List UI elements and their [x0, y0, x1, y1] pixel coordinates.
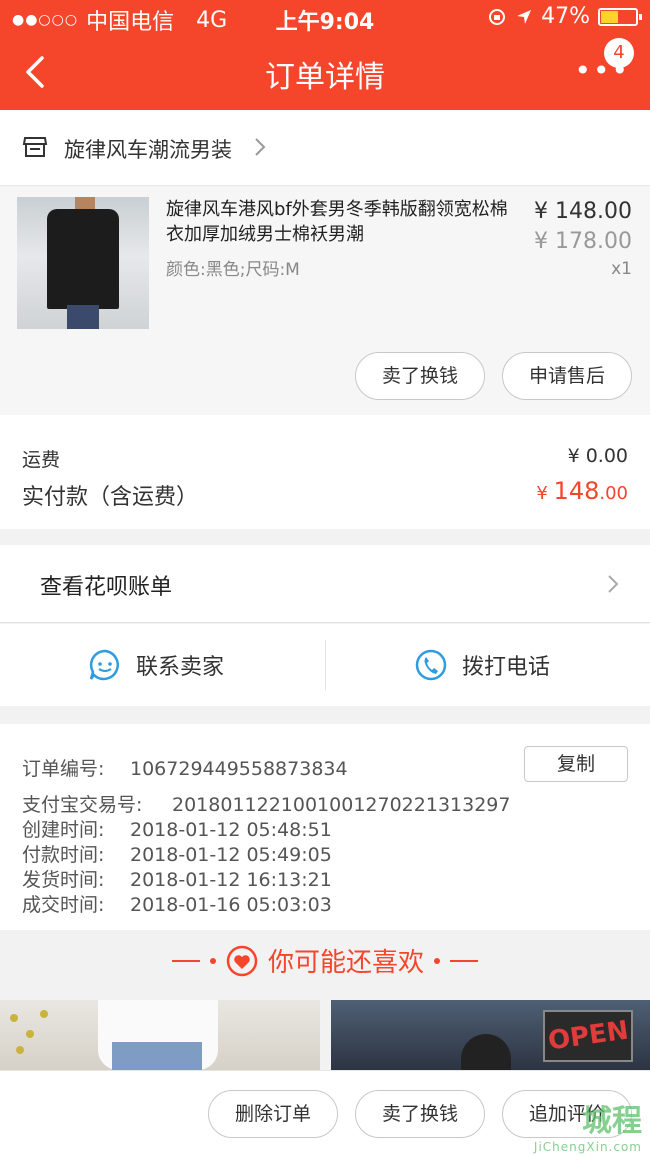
info-key: 支付宝交易号: — [22, 794, 143, 816]
shipped-time-row: 发货时间: 2018-01-12 16:13:21 — [22, 865, 332, 892]
chevron-right-icon — [608, 575, 619, 593]
order-number-row: 订单编号: 106729449558873834 — [22, 754, 348, 781]
battery-icon — [598, 7, 642, 26]
call-phone-button[interactable]: 拨打电话 — [414, 624, 550, 706]
delete-order-button[interactable]: 删除订单 — [208, 1090, 338, 1138]
info-key: 创建时间: — [22, 819, 105, 841]
product-card[interactable]: 旋律风车港风bf外套男冬季韩版翻领宽松棉衣加厚加绒男士棉袄男潮 颜色:黑色;尺码… — [0, 187, 650, 415]
chat-bubble-icon — [89, 649, 119, 681]
huabei-bill-row[interactable]: 查看花呗账单 — [0, 545, 650, 623]
recommend-item-image[interactable] — [0, 1000, 320, 1070]
heart-icon — [226, 945, 258, 976]
huabei-label[interactable]: 查看花呗账单 — [40, 569, 172, 601]
sell-for-cash-button[interactable]: 卖了换钱 — [355, 1090, 485, 1138]
shop-row[interactable]: 旋律风车潮流男装 — [0, 110, 650, 186]
info-key: 付款时间: — [22, 844, 105, 866]
paid-decimal: .00 — [599, 483, 628, 504]
info-value: 2018011221001001270221313297 — [172, 794, 511, 816]
notification-badge: 4 — [604, 38, 634, 68]
dot — [209, 957, 216, 964]
product-image[interactable] — [17, 197, 149, 329]
shop-name[interactable]: 旋律风车潮流男装 — [64, 134, 232, 164]
shipping-label: 运费 — [22, 449, 61, 471]
chevron-right-icon — [255, 138, 266, 156]
battery-level — [601, 10, 618, 23]
location-arrow-icon — [517, 9, 532, 24]
dot — [434, 957, 440, 964]
info-key: 成交时间: — [22, 894, 105, 916]
bottom-action-bar: 删除订单 卖了换钱 追加评价 城程 JiChengXin.com — [0, 1070, 650, 1156]
apply-after-sale-button[interactable]: 申请售后 — [502, 352, 632, 400]
product-quantity: x1 — [611, 259, 632, 279]
divider — [171, 959, 200, 962]
shipping-value: ¥ 0.00 — [567, 445, 628, 467]
sign-text: OPEN — [545, 1015, 631, 1057]
navigation-bar: 订单详情 ••• 4 — [0, 36, 650, 110]
paid-integer: 148 — [553, 477, 600, 505]
recommend-title: 你可能还喜欢 — [267, 948, 424, 978]
info-value: 2018-01-12 05:49:05 — [130, 844, 332, 866]
watermark-text: 城程 — [582, 1104, 642, 1139]
paid-label: 实付款（含运费） — [22, 485, 199, 510]
product-original-price: ¥ 178.00 — [534, 229, 632, 254]
page-title: 订单详情 — [265, 60, 385, 95]
product-title[interactable]: 旋律风车港风bf外套男冬季韩版翻领宽松棉衣加厚加绒男士棉袄男潮 — [166, 197, 514, 247]
paid-symbol: ¥ — [536, 483, 554, 504]
order-info: 订单编号: 106729449558873834 复制 支付宝交易号: 201801… — [0, 724, 650, 930]
phone-icon — [415, 649, 447, 681]
product-spec: 颜色:黑色;尺码:M — [166, 260, 300, 280]
watermark: 城程 JiChengXin.com — [534, 1096, 642, 1154]
created-time-row: 创建时间: 2018-01-12 05:48:51 — [22, 815, 332, 842]
product-price: ¥ 148.00 — [534, 199, 632, 224]
copy-button[interactable]: 复制 — [524, 746, 628, 782]
fee-summary: 运费 ¥ 0.00 实付款（含运费） ¥ 148.00 — [0, 415, 650, 529]
watermark-sub: JiChengXin.com — [533, 1140, 642, 1154]
info-value: 106729449558873834 — [130, 758, 348, 780]
info-value: 2018-01-12 16:13:21 — [130, 869, 332, 891]
paid-time-row: 付款时间: 2018-01-12 05:49:05 — [22, 840, 332, 867]
contact-bar: 联系卖家 拨打电话 — [0, 624, 650, 706]
completed-time-row: 成交时间: 2018-01-16 05:03:03 — [22, 890, 332, 917]
info-value: 2018-01-12 05:48:51 — [130, 819, 332, 841]
store-icon — [22, 137, 48, 157]
info-value: 2018-01-16 05:03:03 — [130, 894, 332, 916]
info-key: 订单编号: — [22, 758, 105, 780]
rotation-lock-icon — [489, 8, 506, 25]
divider — [450, 959, 478, 962]
battery-percent: 47% — [541, 4, 590, 29]
contact-seller-label[interactable]: 联系卖家 — [136, 649, 224, 681]
sell-for-cash-button[interactable]: 卖了换钱 — [355, 352, 485, 400]
alipay-number-row: 支付宝交易号: 2018011221001001270221313297 — [22, 790, 510, 817]
recommend-grid: OPEN — [0, 1000, 650, 1070]
divider — [325, 640, 326, 690]
contact-seller-button[interactable]: 联系卖家 — [88, 624, 224, 706]
app-header: ●●○○○ 中国电信 4G 上午9:04 47% 订单详情 ••• 4 — [0, 0, 650, 110]
status-bar: ●●○○○ 中国电信 4G 上午9:04 47% — [0, 0, 650, 36]
call-phone-label[interactable]: 拨打电话 — [462, 649, 550, 681]
recommend-item-image[interactable]: OPEN — [331, 1000, 650, 1070]
paid-amount: ¥ 148.00 — [536, 477, 628, 505]
info-key: 发货时间: — [22, 869, 105, 891]
open-sign: OPEN — [543, 1010, 633, 1062]
recommend-header: 你可能还喜欢 — [0, 930, 650, 1000]
